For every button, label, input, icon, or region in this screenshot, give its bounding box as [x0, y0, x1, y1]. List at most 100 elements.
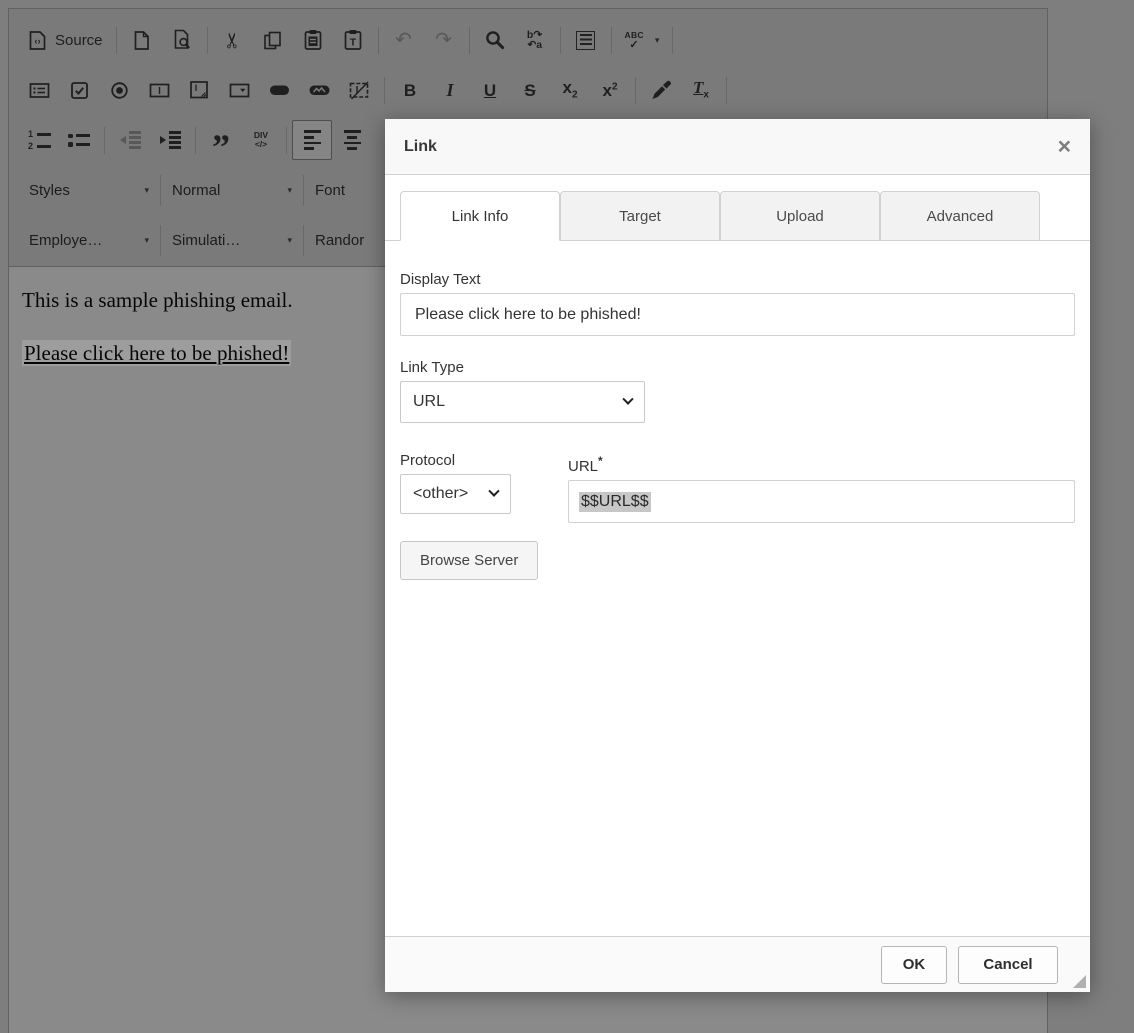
styles-combo[interactable]: Styles ▾	[23, 173, 155, 207]
separator	[726, 76, 727, 104]
bulleted-list-button[interactable]	[59, 120, 99, 160]
separator	[160, 174, 161, 206]
image-button-button[interactable]	[299, 70, 339, 110]
font-combo-label: Font	[315, 181, 346, 199]
protocol-select[interactable]: <other>	[400, 474, 511, 514]
undo-button[interactable]: ↶	[384, 20, 424, 60]
tab-link-info[interactable]: Link Info	[400, 191, 560, 241]
subscript-button[interactable]: x2	[550, 70, 590, 110]
checkbox-button[interactable]	[59, 70, 99, 110]
remove-format-icon: Tx	[693, 78, 709, 101]
button-field-button[interactable]	[259, 70, 299, 110]
copy-button[interactable]	[253, 20, 293, 60]
italic-icon: I	[446, 80, 454, 100]
paste-text-button[interactable]: T	[333, 20, 373, 60]
paste-text-icon: T	[344, 30, 361, 50]
checkbox-icon	[70, 81, 88, 99]
new-page-button[interactable]	[122, 20, 162, 60]
display-text-input[interactable]	[400, 293, 1075, 336]
selected-link-text[interactable]: Please click here to be phished!	[22, 340, 292, 366]
source-button[interactable]: ‹› Source	[19, 20, 111, 60]
blockquote-icon: ”	[212, 127, 230, 167]
resize-handle[interactable]	[1073, 975, 1086, 988]
numbered-list-button[interactable]: 1 2	[19, 120, 59, 160]
svg-text:T: T	[349, 37, 356, 49]
dialog-tabs: Link Info Target Upload Advanced	[385, 175, 1090, 241]
find-button[interactable]	[475, 20, 515, 60]
tab-target[interactable]: Target	[560, 191, 720, 241]
separator	[160, 224, 161, 256]
increase-indent-button[interactable]	[150, 120, 190, 160]
bulleted-list-icon	[68, 133, 90, 147]
form-button[interactable]	[19, 70, 59, 110]
increase-indent-icon	[159, 130, 181, 150]
align-center-button[interactable]	[332, 120, 372, 160]
copy-icon	[264, 31, 281, 49]
strikethrough-button[interactable]: S	[510, 70, 550, 110]
link-type-select[interactable]: URL	[400, 381, 645, 423]
employee-placeholders-combo[interactable]: Employe… ▾	[23, 223, 155, 257]
underline-icon: U	[483, 80, 497, 100]
brush-icon	[652, 80, 671, 99]
underline-button[interactable]: U	[470, 70, 510, 110]
new-page-icon	[134, 30, 149, 50]
select-all-button[interactable]	[566, 20, 606, 60]
employee-placeholders-label: Employe…	[29, 231, 103, 249]
chevron-down-icon: ▾	[287, 184, 292, 195]
div-container-button[interactable]: DIV </>	[241, 120, 281, 160]
link-type-value: URL	[413, 393, 446, 410]
select-field-button[interactable]	[219, 70, 259, 110]
hidden-field-button[interactable]: I	[339, 70, 379, 110]
superscript-button[interactable]: x2	[590, 70, 630, 110]
redo-button[interactable]: ↷	[424, 20, 464, 60]
align-left-icon	[303, 129, 321, 151]
spell-check-button[interactable]: ABC ✓ ▾	[617, 20, 668, 60]
paragraph-format-combo-label: Normal	[172, 181, 221, 199]
tab-upload[interactable]: Upload	[720, 191, 880, 241]
superscript-icon: x2	[602, 80, 618, 100]
italic-button[interactable]: I	[430, 70, 470, 110]
separator	[384, 76, 385, 104]
url-label: URL*	[568, 454, 603, 475]
chevron-down-icon: ▾	[144, 184, 149, 195]
blockquote-button[interactable]: ”	[201, 120, 241, 167]
separator	[610, 26, 612, 54]
random-placeholders-label: Randor	[315, 231, 365, 249]
toolbar-row-1: ‹› Source ✂ T ↶ ↷ b↷ ↶a ABC ✓ ▾	[19, 15, 1037, 65]
bold-button[interactable]: B	[390, 70, 430, 110]
separator	[286, 126, 287, 154]
simulation-placeholders-combo[interactable]: Simulati… ▾	[166, 223, 298, 257]
cut-button[interactable]: ✂	[213, 20, 253, 60]
select-all-icon	[576, 30, 596, 50]
dialog-title: Link	[404, 137, 437, 155]
separator	[468, 26, 470, 54]
text-field-button[interactable]: I	[139, 70, 179, 110]
required-mark: *	[598, 454, 603, 468]
replace-button[interactable]: b↷ ↶a	[515, 20, 555, 60]
paragraph-format-combo[interactable]: Normal ▾	[166, 173, 298, 207]
copy-formatting-button[interactable]	[641, 70, 681, 110]
form-icon	[29, 82, 49, 98]
tab-advanced[interactable]: Advanced	[880, 191, 1040, 241]
svg-text:‹›: ‹›	[34, 36, 40, 47]
separator	[377, 26, 379, 54]
close-icon[interactable]: ×	[1058, 135, 1071, 158]
svg-text:I: I	[158, 86, 161, 97]
decrease-indent-button[interactable]	[110, 120, 150, 160]
separator	[635, 76, 636, 104]
select-field-icon	[229, 83, 249, 97]
url-input[interactable]: $$URL$$	[568, 480, 1075, 523]
separator	[104, 126, 105, 154]
radio-button[interactable]	[99, 70, 139, 110]
preview-button[interactable]	[162, 20, 202, 60]
separator	[206, 26, 208, 54]
align-left-button[interactable]	[292, 120, 332, 160]
protocol-value: <other>	[413, 485, 469, 502]
remove-format-button[interactable]: Tx	[681, 70, 721, 110]
cancel-button[interactable]: Cancel	[958, 945, 1058, 984]
bold-icon: B	[403, 80, 417, 100]
textarea-button[interactable]: I	[179, 70, 219, 110]
ok-button[interactable]: OK	[881, 945, 947, 984]
browse-server-button[interactable]: Browse Server	[400, 541, 539, 580]
paste-button[interactable]	[293, 20, 333, 60]
